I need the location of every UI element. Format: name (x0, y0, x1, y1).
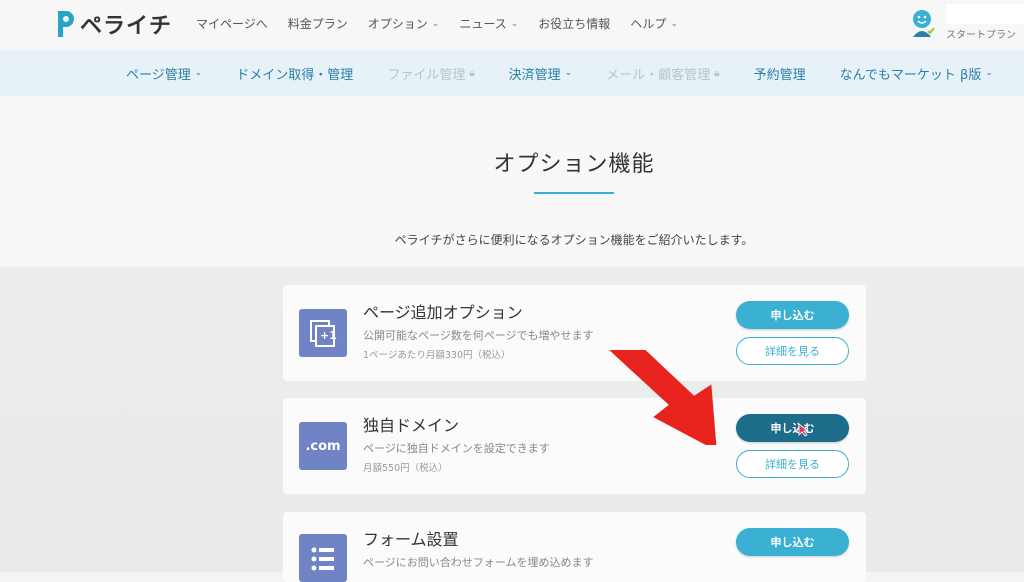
topnav-pricing[interactable]: 料金プラン (288, 15, 348, 32)
topnav-help[interactable]: ヘルプ ⌄ (630, 15, 678, 32)
topnav-options[interactable]: オプション ⌄ (368, 15, 440, 32)
mouse-cursor-icon (798, 423, 810, 437)
pages-plus-icon: +1 (299, 309, 347, 357)
apply-button[interactable]: 申し込む (736, 528, 849, 556)
apply-button[interactable]: 申し込む (736, 301, 849, 329)
subnav-market[interactable]: なんでもマーケット β版 ⌄ (840, 64, 993, 83)
chevron-down-icon: ⌄ (985, 68, 993, 78)
subnav-payment[interactable]: 決済管理 ⌄ (509, 64, 573, 83)
brand-logo-icon (58, 11, 74, 37)
chevron-down-icon: ⌄ (670, 18, 678, 29)
brand-logo[interactable]: ペライチ (54, 9, 172, 39)
detail-button[interactable]: 詳細を見る (736, 450, 849, 478)
top-header: ペライチ マイページへ 料金プラン オプション ⌄ ニュース ⌄ お役立ち情報 ヘル… (0, 0, 1024, 50)
chevron-down-icon: ⌄ (194, 68, 203, 78)
title-underline (534, 192, 614, 194)
option-name: ページ追加オプション (363, 303, 523, 322)
subnav-reservation[interactable]: 予約管理 (754, 64, 806, 83)
option-card-page-add: +1 ページ追加オプション 公開可能なページ数を何ページでも増やせます 1ページ… (283, 285, 866, 381)
option-desc: ページに独自ドメインを設定できます (363, 442, 550, 455)
subnav-mail-customer: メール・顧客管理 🔒︎ (606, 67, 720, 83)
option-desc: ページにお問い合わせフォームを埋め込めます (363, 556, 594, 569)
chevron-down-icon: ⌄ (564, 68, 573, 78)
subnav-file-management: ファイル管理 🔒︎ (387, 67, 475, 83)
option-name: 独自ドメイン (363, 416, 460, 435)
user-avatar-icon[interactable] (910, 9, 936, 39)
option-desc: 公開可能なページ数を何ページでも増やせます (363, 329, 594, 342)
brand-name: ペライチ (80, 14, 173, 39)
red-arrow-icon (604, 350, 717, 445)
chevron-down-icon: ⌄ (510, 18, 519, 29)
sub-nav: ページ管理 ⌄ ドメイン取得・管理 ファイル管理 🔒︎ 決済管理 ⌄ メール・顧客管理… (126, 50, 1024, 96)
topnav-tips[interactable]: お役立ち情報 (538, 15, 610, 32)
page-title: オプション機能 (493, 152, 655, 177)
chevron-down-icon: ⌄ (431, 18, 440, 29)
option-card-domain: .com 独自ドメイン ページに独自ドメインを設定できます 月額550円（税込）… (283, 398, 866, 494)
user-plan-label: スタートプラン (946, 30, 1016, 41)
subnav-domain[interactable]: ドメイン取得・管理 (236, 64, 353, 83)
sub-nav-bar: ページ管理 ⌄ ドメイン取得・管理 ファイル管理 🔒︎ 決済管理 ⌄ メール・顧客管理… (0, 50, 1024, 96)
form-list-icon (299, 534, 347, 582)
top-nav: マイページへ 料金プラン オプション ⌄ ニュース ⌄ お役立ち情報 ヘルプ ⌄ (196, 15, 698, 32)
topnav-news[interactable]: ニュース ⌄ (459, 15, 518, 32)
lock-icon: 🔒︎ (469, 67, 475, 79)
option-name: フォーム設置 (363, 530, 459, 549)
subnav-page-management[interactable]: ページ管理 ⌄ (126, 64, 202, 83)
option-price: 1ページあたり月額330円（税込） (363, 350, 511, 361)
detail-button[interactable]: 詳細を見る (736, 337, 849, 365)
page-lead: ペライチがさらに便利になるオプション機能をご紹介いたします。 (394, 233, 754, 247)
domain-icon: .com (299, 422, 347, 470)
main-content: オプション機能 ペライチがさらに便利になるオプション機能をご紹介いたします。 +… (0, 96, 1024, 582)
user-name-area (946, 4, 1024, 24)
topnav-mypage[interactable]: マイページへ (196, 15, 268, 32)
lock-icon: 🔒︎ (714, 67, 720, 79)
option-price: 月額550円（税込） (363, 463, 448, 474)
apply-button[interactable]: 申し込む (736, 414, 849, 442)
